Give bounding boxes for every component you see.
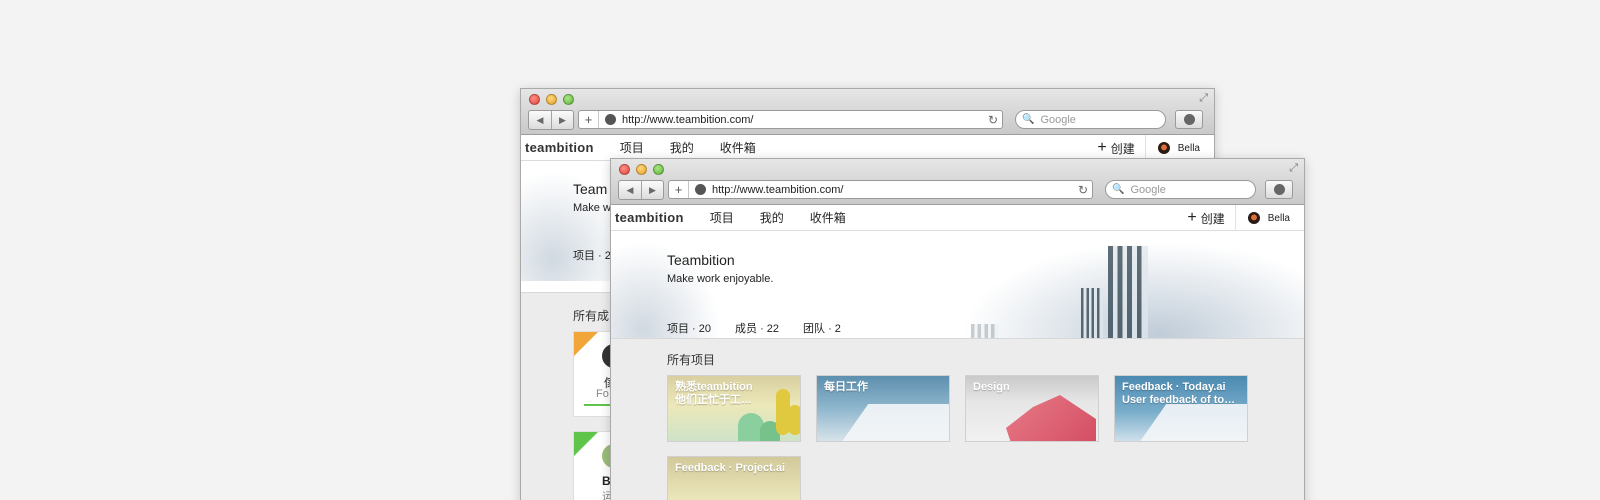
project-card[interactable]: 熟悉teambition 他们正忙于工…	[667, 375, 801, 442]
plus-icon: +	[1187, 209, 1197, 226]
address-bar[interactable]: + http://www.teambition.com/ ↻	[668, 180, 1093, 199]
address-bar[interactable]: + http://www.teambition.com/ ↻	[578, 110, 1003, 129]
mountain-illustration	[1127, 404, 1247, 441]
site-icon	[695, 184, 706, 195]
plus-icon: +	[1097, 139, 1107, 156]
skyscraper-decoration	[1081, 288, 1103, 338]
hero-subtitle: Make work enjoyable.	[667, 273, 774, 285]
site-icon	[605, 114, 616, 125]
reload-button[interactable]: ↻	[1074, 183, 1092, 197]
search-icon: 🔍	[1112, 184, 1125, 195]
nav-right: + 创建 Bella	[1187, 205, 1304, 231]
member-subtitle: Fo	[596, 388, 609, 400]
tab-members[interactable]: 成员 · 22	[735, 320, 779, 338]
search-icon: 🔍	[1022, 114, 1035, 125]
stage: ⤢ ◀ ▶ + http://www.teambition.com/ ↻ 🔍 G…	[0, 0, 1600, 500]
tab-projects[interactable]: 项目 · 20	[667, 320, 711, 338]
zoom-window-button[interactable]	[653, 164, 664, 175]
tab-projects[interactable]: 项目 · 2	[573, 247, 611, 263]
add-bookmark-button[interactable]: +	[579, 111, 599, 128]
nav-inbox[interactable]: 收件箱	[810, 209, 846, 226]
project-name: 每日工作	[824, 381, 868, 393]
forward-button[interactable]: ▶	[641, 181, 663, 199]
search-placeholder: Google	[1040, 113, 1076, 126]
url-text[interactable]: http://www.teambition.com/	[622, 114, 984, 126]
add-bookmark-button[interactable]: +	[669, 181, 689, 198]
fullscreen-icon[interactable]: ⤢	[1199, 92, 1208, 105]
brand-logo[interactable]: teambition	[615, 210, 684, 225]
hero-banner: Teambition Make work enjoyable. 项目 · 20 …	[611, 231, 1304, 339]
nav-mine[interactable]: 我的	[670, 139, 694, 156]
create-button[interactable]: + 创建	[1187, 205, 1236, 231]
project-card[interactable]: Design	[965, 375, 1099, 442]
downloads-button[interactable]	[1265, 180, 1293, 199]
plant-illustration	[788, 405, 800, 435]
skyscraper-decoration	[1108, 246, 1148, 338]
project-name: 熟悉teambition 他们正忙于工…	[675, 381, 753, 406]
mountain-illustration	[829, 404, 949, 441]
section-title: 所有项目	[667, 353, 716, 367]
nav-projects[interactable]: 项目	[620, 139, 644, 156]
back-button[interactable]: ◀	[529, 111, 551, 129]
projects-section: 所有项目 熟悉teambition 他们正忙于工… 每日工作 Design Fe…	[611, 339, 1304, 500]
user-menu[interactable]: Bella	[1236, 212, 1304, 224]
search-placeholder: Google	[1130, 183, 1166, 196]
polygon-illustration	[1006, 395, 1096, 441]
avatar	[1157, 142, 1170, 154]
close-window-button[interactable]	[529, 94, 540, 105]
crown-badge-icon	[574, 332, 598, 356]
project-name: Design	[973, 381, 1010, 393]
hero-title: Team	[573, 181, 608, 197]
history-buttons: ◀ ▶	[618, 180, 664, 200]
browser-toolbar: ⤢ ◀ ▶ + http://www.teambition.com/ ↻ 🔍 G…	[521, 89, 1214, 135]
window-controls	[619, 164, 664, 175]
project-card[interactable]: Feedback · Today.ai User feedback of to…	[1114, 375, 1248, 442]
project-grid: 熟悉teambition 他们正忙于工… 每日工作 Design Feedbac…	[667, 375, 1257, 500]
create-label: 创建	[1110, 141, 1135, 156]
create-label: 创建	[1200, 211, 1225, 226]
user-menu[interactable]: Bella	[1146, 142, 1214, 154]
downloads-button[interactable]	[1175, 110, 1203, 129]
search-field[interactable]: 🔍 Google	[1105, 180, 1256, 199]
project-card[interactable]: 每日工作	[816, 375, 950, 442]
fullscreen-icon[interactable]: ⤢	[1289, 162, 1298, 175]
back-button[interactable]: ◀	[619, 181, 641, 199]
user-name: Bella	[1267, 212, 1290, 224]
avatar	[1247, 212, 1260, 224]
app-navbar: teambition 项目 我的 收件箱 + 创建 Bella	[611, 205, 1304, 231]
url-text[interactable]: http://www.teambition.com/	[712, 184, 1074, 196]
close-window-button[interactable]	[619, 164, 630, 175]
reload-button[interactable]: ↻	[984, 113, 1002, 127]
forward-button[interactable]: ▶	[551, 111, 573, 129]
download-icon	[1183, 114, 1195, 125]
skyscraper-decoration	[971, 324, 999, 338]
browser-toolbar: ⤢ ◀ ▶ + http://www.teambition.com/ ↻ 🔍 G…	[611, 159, 1304, 205]
zoom-window-button[interactable]	[563, 94, 574, 105]
hero-subtitle: Make w	[573, 202, 611, 214]
user-name: Bella	[1177, 142, 1200, 154]
hero-title: Teambition	[667, 252, 735, 268]
project-name: Feedback · Today.ai User feedback of to…	[1122, 381, 1236, 406]
nav-projects[interactable]: 项目	[710, 209, 734, 226]
download-icon	[1273, 184, 1285, 195]
minimize-window-button[interactable]	[636, 164, 647, 175]
nav-mine[interactable]: 我的	[760, 209, 784, 226]
brand-logo[interactable]: teambition	[525, 140, 594, 155]
tab-teams[interactable]: 团队 · 2	[803, 320, 841, 338]
window-controls	[529, 94, 574, 105]
project-name: Feedback · Project.ai	[675, 462, 786, 474]
browser-window-front: ⤢ ◀ ▶ + http://www.teambition.com/ ↻ 🔍 G…	[610, 158, 1305, 500]
project-card[interactable]: Feedback · Project.ai	[667, 456, 801, 500]
tabs: 项目 · 2	[573, 247, 611, 263]
history-buttons: ◀ ▶	[528, 110, 574, 130]
minimize-window-button[interactable]	[546, 94, 557, 105]
nav-inbox[interactable]: 收件箱	[720, 139, 756, 156]
tabs: 项目 · 20 成员 · 22 团队 · 2	[667, 320, 841, 338]
badge-icon	[574, 432, 598, 456]
search-field[interactable]: 🔍 Google	[1015, 110, 1166, 129]
